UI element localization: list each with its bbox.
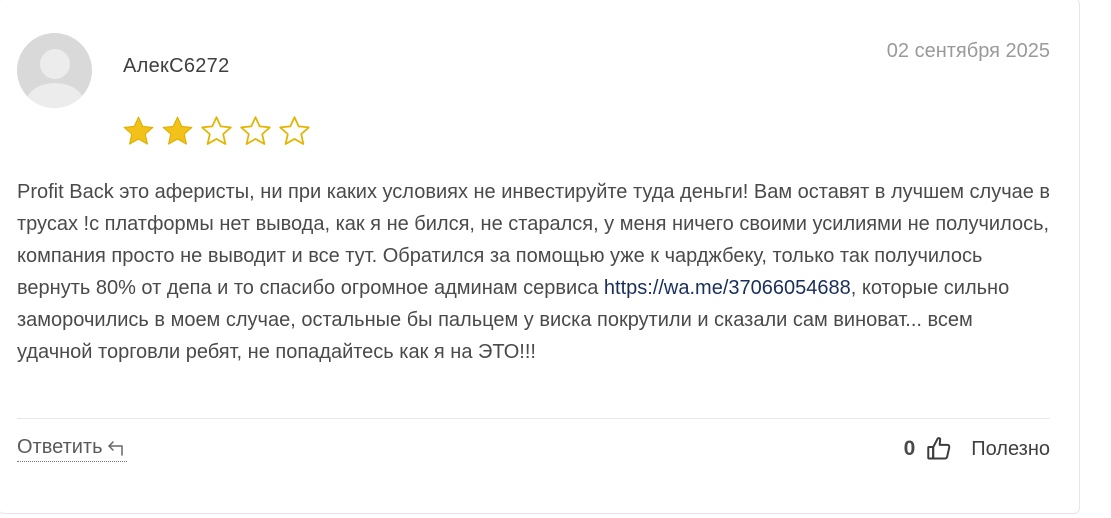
reply-label: Ответить <box>17 436 103 458</box>
star-outline-icon <box>240 116 271 145</box>
user-avatar-icon <box>17 33 92 108</box>
star-filled-icon <box>123 116 154 145</box>
useful-count: 0 <box>903 437 916 460</box>
thumbs-up-icon[interactable] <box>925 435 953 463</box>
star-filled-icon <box>162 116 193 145</box>
rating-stars <box>121 114 312 149</box>
useful-block: 0 Полезно <box>904 435 1050 463</box>
reply-arrow-icon <box>107 440 123 456</box>
review-date: 02 сентября 2025 <box>886 40 1050 62</box>
review-author[interactable]: АлекС6272 <box>123 55 230 78</box>
divider <box>17 418 1050 419</box>
star-outline-icon <box>279 116 310 145</box>
review-text: Profit Back это аферисты, ни при каких у… <box>17 176 1052 368</box>
review-link[interactable]: https://wa.me/37066054688 <box>604 277 851 299</box>
useful-label[interactable]: Полезно <box>971 438 1050 461</box>
reply-button[interactable]: Ответить <box>17 436 127 462</box>
star-outline-icon <box>201 116 232 145</box>
